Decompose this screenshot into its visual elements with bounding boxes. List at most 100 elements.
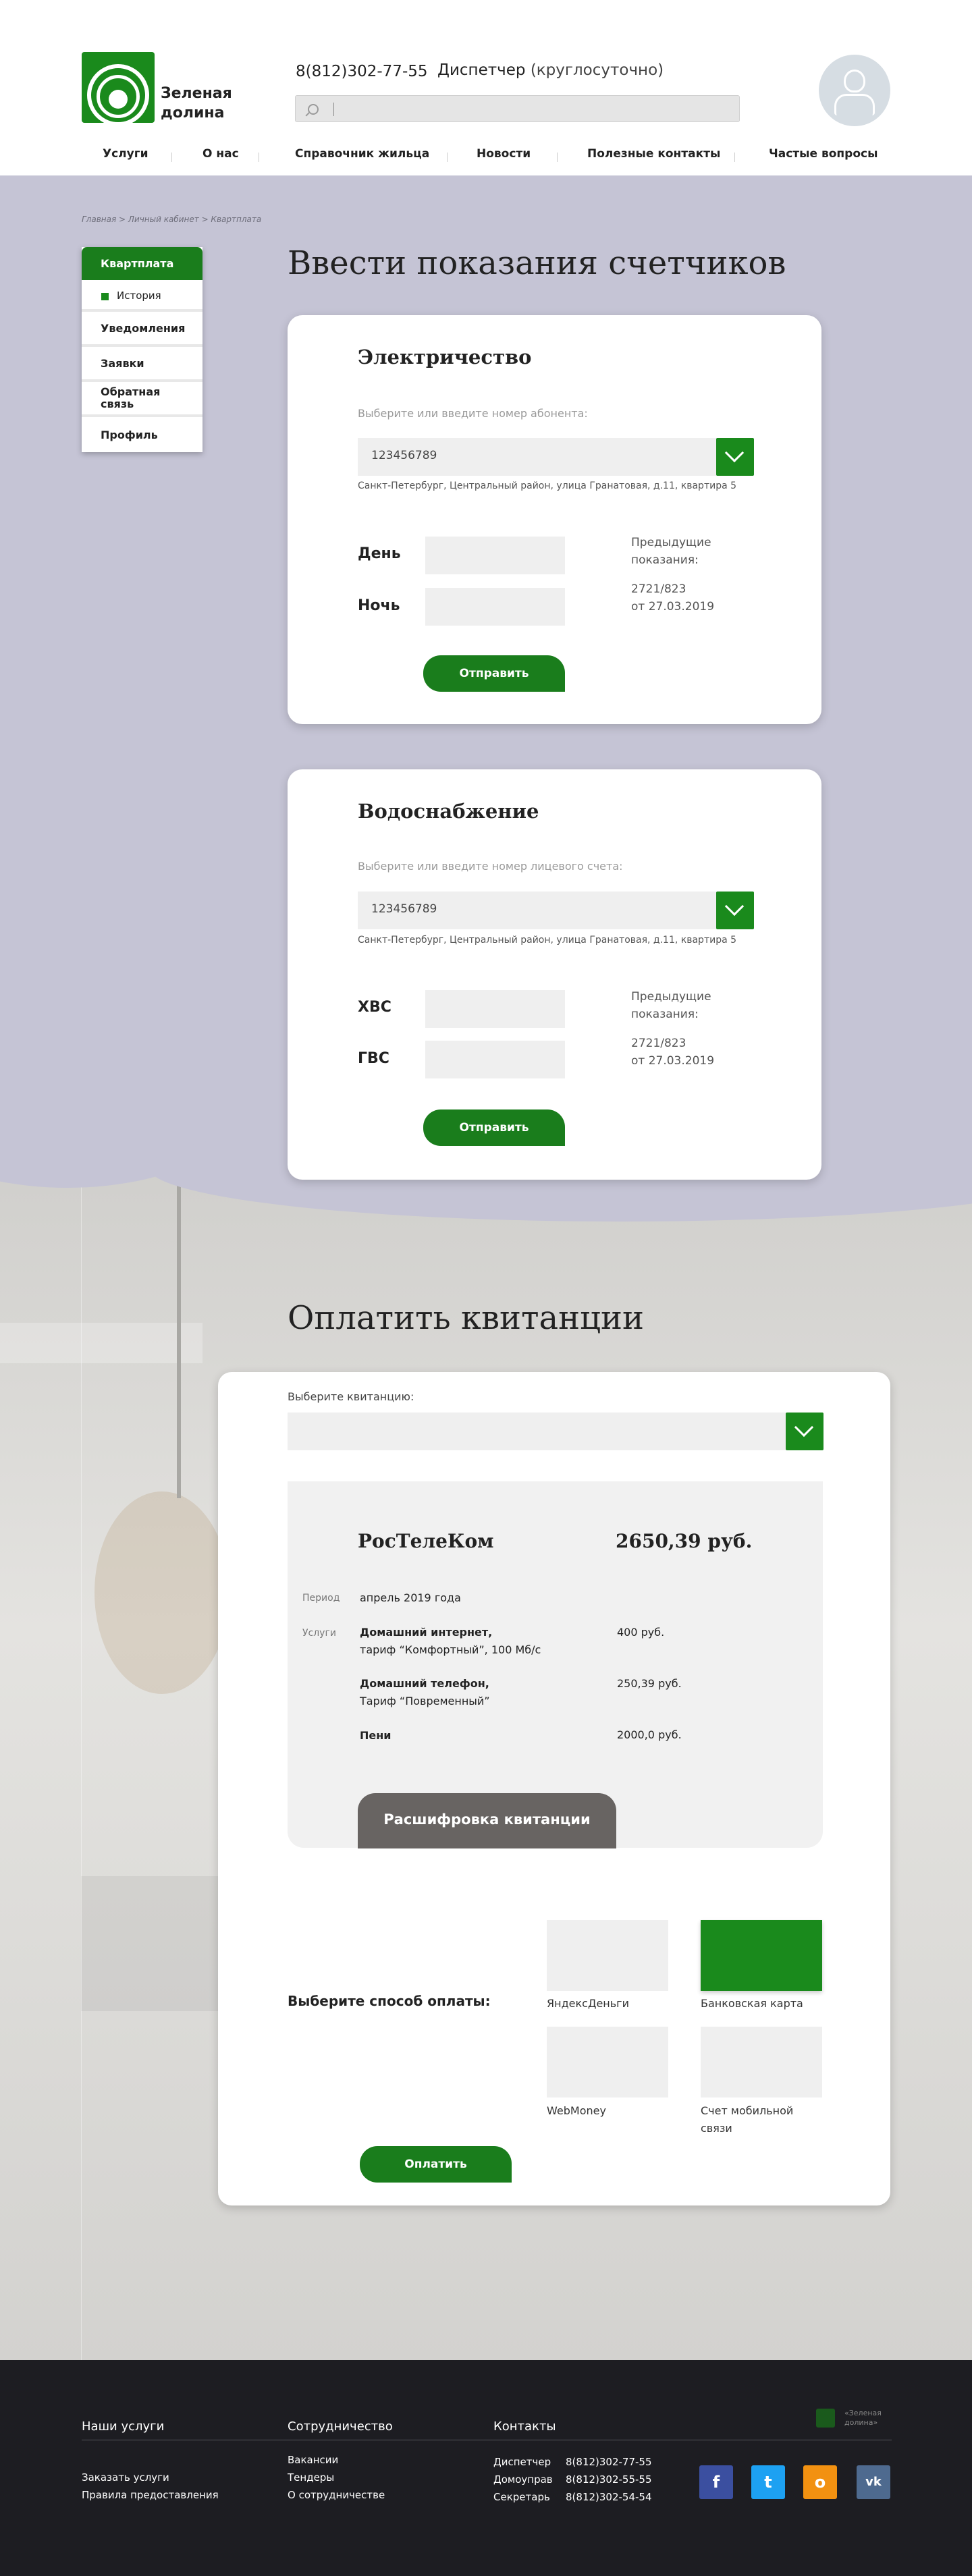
nav-item-news[interactable]: Новости xyxy=(477,147,531,161)
vk-icon[interactable]: vk xyxy=(857,2465,890,2499)
night-label: Ночь xyxy=(358,597,400,614)
dispatcher-note: (круглосуточно) xyxy=(530,61,664,79)
period-label: Период xyxy=(302,1593,340,1604)
electricity-address: Санкт-Петербург, Центральный район, улиц… xyxy=(358,481,737,491)
footer-link-tenders[interactable]: Тендеры xyxy=(288,2471,334,2484)
contact-phone-1[interactable]: 8(812)302-77-55 xyxy=(566,2456,652,2468)
water-prev-date: от 27.03.2019 xyxy=(631,1054,715,1068)
water-submit-button[interactable]: Отправить xyxy=(423,1109,565,1146)
nav-item-contacts[interactable]: Полезные контакты xyxy=(587,147,720,161)
payment-card: Выберите квитанцию: РосТелеКом 2650,39 р… xyxy=(218,1372,890,2205)
vk-glyph: vk xyxy=(865,2475,882,2489)
main-nav: Услуги О нас Справочник жильца Новости П… xyxy=(0,147,972,167)
twitter-icon[interactable]: t xyxy=(751,2465,785,2499)
services-label: Услуги xyxy=(302,1628,336,1639)
side-menu-active[interactable]: Квартплата xyxy=(82,247,202,280)
side-menu: Квартплата История Уведомления Заявки Об… xyxy=(82,247,202,452)
water-card: Водоснабжение Выберите или введите номер… xyxy=(288,769,821,1180)
water-hint: Выберите или введите номер лицевого счет… xyxy=(358,860,623,873)
method-card-label[interactable]: Банковская карта xyxy=(701,1995,803,2012)
water-title: Водоснабжение xyxy=(358,800,539,823)
contact-role-3: Секретарь xyxy=(493,2491,550,2503)
contact-role-2: Домоуправ xyxy=(493,2473,553,2486)
service-2-title: Домашний телефон, xyxy=(360,1677,489,1690)
odnoklassniki-icon[interactable]: о xyxy=(803,2465,837,2499)
chevron-down-icon[interactable] xyxy=(716,892,754,929)
footer-cooperation-title: Сотрудничество xyxy=(288,2419,393,2434)
method-webmoney-tile[interactable] xyxy=(547,2027,668,2098)
side-menu-history[interactable]: История xyxy=(82,280,202,312)
receipt-details-button[interactable]: Расшифровка квитанции xyxy=(358,1793,616,1848)
service-2-amount: 250,39 руб. xyxy=(617,1677,682,1690)
electricity-title: Электричество xyxy=(358,346,532,368)
facebook-icon[interactable]: f xyxy=(699,2465,733,2499)
method-mobile-tile[interactable] xyxy=(701,2027,822,2098)
footer-link-cooperation[interactable]: О сотрудничестве xyxy=(288,2489,385,2501)
side-menu-requests[interactable]: Заявки xyxy=(82,347,202,382)
nav-item-services[interactable]: Услуги xyxy=(103,147,148,161)
electricity-card: Электричество Выберите или введите номер… xyxy=(288,315,821,724)
method-yandex-tile[interactable] xyxy=(547,1920,668,1991)
electricity-account-select[interactable]: 123456789 xyxy=(358,438,716,476)
receipt-label: Выберите квитанцию: xyxy=(288,1390,414,1403)
user-icon xyxy=(844,70,865,92)
period-value: апрель 2019 года xyxy=(360,1591,461,1604)
nav-item-about[interactable]: О нас xyxy=(202,147,239,161)
footer-logo-icon[interactable] xyxy=(816,2409,835,2428)
bill-total: 2650,39 руб. xyxy=(616,1530,753,1552)
footer-link-vacancies[interactable]: Вакансии xyxy=(288,2454,338,2466)
hot-water-input[interactable] xyxy=(425,1041,565,1078)
contact-phone-3[interactable]: 8(812)302-54-54 xyxy=(566,2491,652,2503)
side-menu-feedback[interactable]: Обратная связь xyxy=(82,382,202,417)
dispatcher-label: Диспетчер xyxy=(437,61,526,79)
breadcrumb[interactable]: Главная > Личный кабинет > Квартплата xyxy=(82,215,261,224)
method-webmoney-label[interactable]: WebMoney xyxy=(547,2102,606,2120)
service-1-title: Домашний интернет, xyxy=(360,1626,493,1639)
chevron-down-icon[interactable] xyxy=(786,1413,824,1450)
cold-water-input[interactable] xyxy=(425,990,565,1028)
service-3-title: Пени xyxy=(360,1729,392,1742)
hot-water-label: ГВС xyxy=(358,1050,389,1067)
method-card-tile[interactable] xyxy=(701,1920,822,1991)
footer-link-order[interactable]: Заказать услуги xyxy=(82,2471,169,2484)
receipt-select[interactable] xyxy=(288,1413,786,1450)
facebook-glyph: f xyxy=(712,2473,720,2492)
logo-text: Зеленая долина xyxy=(161,85,232,121)
header-phone[interactable]: 8(812)302-77-55 xyxy=(296,63,428,80)
chevron-down-icon[interactable] xyxy=(716,438,754,476)
contact-phone-2[interactable]: 8(812)302-55-55 xyxy=(566,2473,652,2486)
footer: Наши услуги Сотрудничество Контакты Зака… xyxy=(0,2360,972,2576)
water-account-value: 123456789 xyxy=(371,902,437,916)
method-mobile-label[interactable]: Счет мобильной связи xyxy=(701,2102,815,2137)
service-2-tariff: Тариф “Повременный” xyxy=(360,1695,490,1707)
side-menu-notifications[interactable]: Уведомления xyxy=(82,312,202,347)
night-input[interactable] xyxy=(425,588,565,626)
bill-panel: РосТелеКом 2650,39 руб. Период апрель 20… xyxy=(288,1481,823,1848)
method-yandex-label[interactable]: ЯндексДеньги xyxy=(547,1995,629,2012)
search-icon xyxy=(308,104,319,115)
electricity-hint: Выберите или введите номер абонента: xyxy=(358,407,588,420)
payment-method-label: Выберите способ оплаты: xyxy=(288,1993,491,2009)
water-prev-value: 2721/823 xyxy=(631,1037,686,1050)
avatar[interactable] xyxy=(819,55,890,126)
side-menu-profile[interactable]: Профиль xyxy=(82,417,202,452)
search-input[interactable] xyxy=(295,95,740,122)
electricity-submit-button[interactable]: Отправить xyxy=(423,655,565,692)
day-label: День xyxy=(358,545,401,562)
logo-icon[interactable] xyxy=(82,52,155,123)
water-account-select[interactable]: 123456789 xyxy=(358,892,716,929)
pay-button[interactable]: Оплатить xyxy=(360,2146,512,2183)
electricity-prev-date: от 27.03.2019 xyxy=(631,600,715,613)
footer-link-rules[interactable]: Правила предоставления xyxy=(82,2489,219,2501)
electricity-prev-label: Предыдущие показания: xyxy=(631,536,711,567)
electricity-account-value: 123456789 xyxy=(371,449,437,462)
nav-item-faq[interactable]: Частые вопросы xyxy=(769,147,878,161)
day-input[interactable] xyxy=(425,537,565,574)
electricity-prev-value: 2721/823 xyxy=(631,582,686,596)
nav-item-handbook[interactable]: Справочник жильца xyxy=(295,147,429,161)
water-prev-label: Предыдущие показания: xyxy=(631,990,711,1021)
contact-role-1: Диспетчер xyxy=(493,2456,551,2468)
footer-services-title: Наши услуги xyxy=(82,2419,165,2434)
bill-company: РосТелеКом xyxy=(358,1530,494,1552)
service-1-tariff: тариф “Комфортный”, 100 Мб/с xyxy=(360,1643,541,1656)
